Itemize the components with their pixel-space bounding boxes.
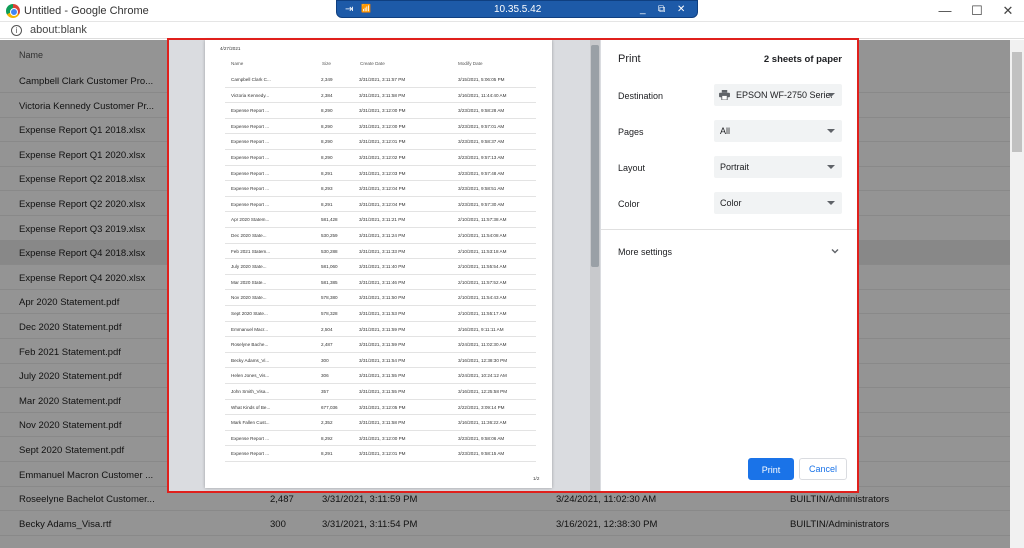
signal-icon: 📶 <box>361 4 371 13</box>
remote-restore-button[interactable]: ⧉ <box>658 4 665 15</box>
remote-host-label: 10.35.5.42 <box>494 4 542 15</box>
address-text[interactable]: about:blank <box>30 24 87 36</box>
close-button[interactable]: ✕ <box>993 2 1023 20</box>
maximize-button[interactable]: ☐ <box>962 2 992 20</box>
info-icon[interactable]: i <box>11 25 22 36</box>
window-title: Untitled - Google Chrome <box>24 5 149 17</box>
page-scrollbar-thumb[interactable] <box>1012 52 1022 152</box>
pin-icon[interactable]: ⇥ <box>345 4 353 15</box>
remote-close-button[interactable]: ✕ <box>677 4 685 15</box>
remote-desktop-bar: ⇥ 📶 10.35.5.42 _ ⧉ ✕ <box>336 0 698 18</box>
page-scrollbar[interactable] <box>1010 40 1024 548</box>
chrome-logo-icon <box>6 4 20 18</box>
address-bar: i about:blank <box>0 22 1024 39</box>
highlight-frame <box>167 38 859 493</box>
remote-minimize-button[interactable]: _ <box>640 4 646 15</box>
minimize-button[interactable]: — <box>930 2 960 20</box>
